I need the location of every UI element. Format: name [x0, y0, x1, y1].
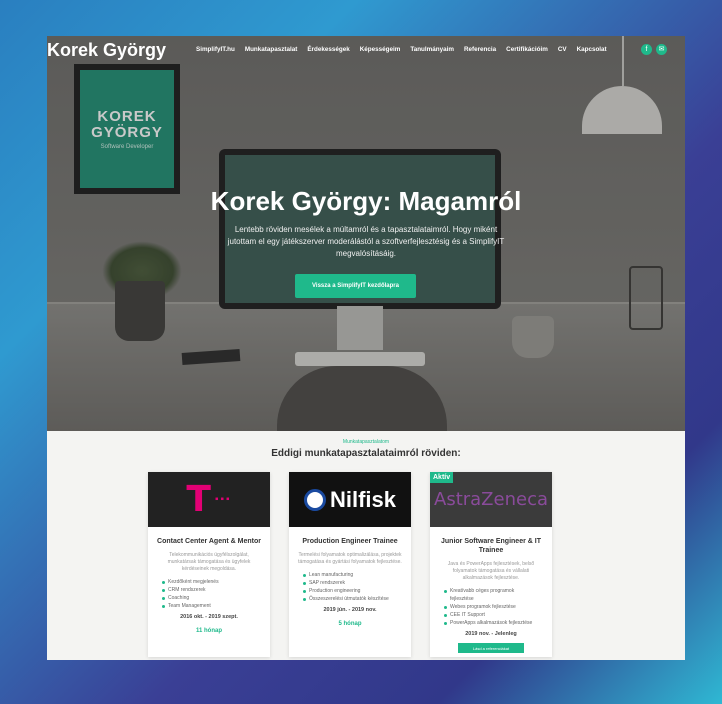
hero-section: KOREK GYÖRGY Software Developer Korek Gy… [47, 36, 685, 431]
list-item: CRM rendszerek [162, 586, 256, 594]
card-skill-list: Kreatívabb céges programok fejlesztése W… [430, 587, 552, 627]
experience-card-astrazeneca[interactable]: Aktív AstraZeneca Junior Software Engine… [430, 472, 552, 657]
telekom-logo-letter: T [186, 478, 211, 520]
card-role: Production Engineer Trainee [302, 538, 398, 545]
card-role: Contact Center Agent & Mentor [157, 538, 261, 545]
list-item: Webes programok fejlesztése [444, 603, 538, 611]
list-item: Összeszerelési útmutatók készítése [303, 595, 397, 603]
telekom-logo: T ▪▪▪ [148, 472, 270, 527]
list-item: Lean manufacturing [303, 571, 397, 579]
main-nav: SimplifyIT.hu Munkatapasztalat Érdekessé… [196, 46, 617, 53]
card-description: Java és PowerApps fejlesztések, belső fo… [447, 561, 535, 581]
hero-title: Korek György: Magamról [210, 186, 522, 216]
hero-subtitle: Lentebb röviden mesélek a múltamról és a… [227, 225, 505, 258]
facebook-icon[interactable]: f [641, 44, 652, 55]
active-badge: Aktív [430, 472, 454, 483]
section-title: Eddigi munkatapasztalataimról röviden: [271, 448, 461, 459]
list-item: Kreatívabb céges programok fejlesztése [444, 587, 538, 603]
nav-certifikaciok[interactable]: Certifikációim [506, 46, 548, 53]
list-item: SAP rendszerek [303, 579, 397, 587]
email-icon[interactable]: ✉ [656, 44, 667, 55]
back-to-simplifyit-button[interactable]: Vissza a SimplifyIT kezdőlapra [295, 274, 416, 298]
astrazeneca-logo: Aktív AstraZeneca [430, 472, 552, 527]
list-item: Production engineering [303, 587, 397, 595]
references-button[interactable]: Lásd a referenciákat [458, 643, 524, 653]
list-item: Coaching [162, 594, 256, 602]
nav-referencia[interactable]: Referencia [464, 46, 496, 53]
card-skill-list: Lean manufacturing SAP rendszerek Produc… [289, 571, 411, 603]
nav-erdekessegek[interactable]: Érdekességek [307, 46, 349, 53]
nav-simplifyit[interactable]: SimplifyIT.hu [196, 46, 235, 53]
experience-card-nilfisk[interactable]: Nilfisk Production Engineer Trainee Term… [289, 472, 411, 657]
list-item: CEE IT Support [444, 611, 538, 619]
browser-viewport: KOREK GYÖRGY Software Developer Korek Gy… [47, 36, 685, 660]
card-date: 2019 jún. - 2019 nov. [323, 607, 377, 613]
astrazeneca-logo-text: AstraZeneca [434, 489, 548, 510]
card-description: Telekommunikációs ügyfélszolgálat, munka… [167, 552, 251, 572]
nav-cv[interactable]: CV [558, 46, 567, 53]
card-skill-list: Kezdőként megjelenés CRM rendszerek Coac… [148, 578, 270, 610]
site-brand[interactable]: Korek György [47, 40, 166, 61]
list-item: Team Management [162, 602, 256, 610]
section-kicker: Munkatapasztalatom [342, 439, 390, 445]
card-date: 2016 okt. - 2019 szept. [180, 614, 238, 620]
experience-card-telekom[interactable]: T ▪▪▪ Contact Center Agent & Mentor Telek… [148, 472, 270, 657]
list-item: Kezdőként megjelenés [162, 578, 256, 586]
card-role: Junior Software Engineer & IT Trainee [441, 538, 541, 554]
experience-section: Munkatapasztalatom Eddigi munkatapasztal… [47, 431, 685, 660]
nav-kepessegeim[interactable]: Képességeim [360, 46, 401, 53]
card-description: Termelési folyamatok optimalizálása, pro… [298, 552, 402, 565]
nilfisk-logo: Nilfisk [289, 472, 411, 527]
card-date: 2019 nov. - Jelenleg [465, 631, 517, 637]
nav-munkatapasztalat[interactable]: Munkatapasztalat [245, 46, 298, 53]
nilfisk-logo-text: Nilfisk [329, 486, 397, 512]
telekom-logo-dots: ▪▪▪ [214, 494, 232, 505]
nav-kapcsolat[interactable]: Kapcsolat [577, 46, 607, 53]
list-item: PowerApps alkalmazások fejlesztése [444, 619, 538, 627]
card-duration: 11 hónap [195, 628, 222, 634]
card-duration: 5 hónap [338, 621, 362, 627]
nav-tanulmanyaim[interactable]: Tanulmányaim [410, 46, 454, 53]
nilfisk-circle-icon [303, 488, 326, 511]
